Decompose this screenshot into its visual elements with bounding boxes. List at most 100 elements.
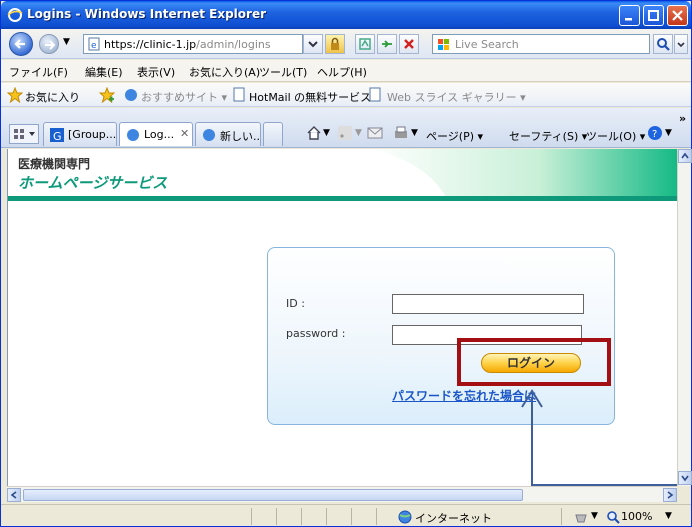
vertical-scrollbar[interactable] xyxy=(677,149,692,486)
maximize-icon xyxy=(648,10,659,21)
menu-help[interactable]: ヘルプ(H) xyxy=(317,64,367,80)
close-button[interactable] xyxy=(667,5,688,26)
status-divider xyxy=(326,508,327,525)
search-button[interactable] xyxy=(653,34,673,54)
status-divider xyxy=(301,508,302,525)
scroll-thumb[interactable] xyxy=(23,489,523,501)
address-toolbar: ▼ e https://clinic-1.jp/admin/logins Liv… xyxy=(1,29,691,59)
tab-logins[interactable]: Log... ✕ xyxy=(119,122,193,146)
print-icon[interactable] xyxy=(393,125,409,141)
protected-mode-icon[interactable] xyxy=(573,509,589,525)
home-icon[interactable] xyxy=(306,125,322,141)
status-bar: インターネット ▼ 100% ▼ xyxy=(1,504,691,526)
scroll-left-button[interactable] xyxy=(7,488,21,502)
refresh-icon xyxy=(382,40,392,48)
search-icon xyxy=(657,38,670,51)
status-divider xyxy=(276,508,277,525)
id-field[interactable] xyxy=(392,294,584,314)
more-commands-icon[interactable]: » xyxy=(679,112,686,125)
compatibility-icon xyxy=(359,38,371,50)
brand-subtitle: 医療機関専門 xyxy=(18,157,91,171)
chevron-left-icon xyxy=(10,491,17,499)
page-icon xyxy=(233,87,245,102)
zoom-icon[interactable] xyxy=(605,509,621,525)
menu-bar: ファイル(F) 編集(E) 表示(V) お気に入り(A) ツール(T) ヘルプ(… xyxy=(1,60,691,82)
history-dropdown-icon[interactable]: ▼ xyxy=(63,37,70,47)
search-input[interactable]: Live Search xyxy=(432,34,650,54)
add-favorite-icon[interactable] xyxy=(99,87,115,103)
ie-logo-icon xyxy=(7,8,23,22)
menu-edit[interactable]: 編集(E) xyxy=(85,64,123,80)
page-icon xyxy=(369,87,381,102)
menu-favorites[interactable]: お気に入り(A) xyxy=(189,64,260,80)
stop-button[interactable] xyxy=(399,34,419,54)
scroll-down-button[interactable] xyxy=(678,471,692,485)
svg-text:e: e xyxy=(91,41,97,51)
chevron-down-icon xyxy=(677,42,685,48)
minimize-button[interactable] xyxy=(619,5,640,26)
page-icon: e xyxy=(88,37,100,51)
close-tab-icon[interactable]: ✕ xyxy=(180,127,189,140)
back-button[interactable] xyxy=(9,32,33,56)
home-dropdown-icon[interactable]: ▼ xyxy=(323,128,330,138)
status-divider xyxy=(561,508,562,525)
forgot-password-link[interactable]: パスワードを忘れた場合は xyxy=(392,387,536,404)
site-favicon-icon: G xyxy=(50,128,64,143)
status-divider xyxy=(251,508,252,525)
refresh-button[interactable] xyxy=(377,34,397,54)
forward-button[interactable] xyxy=(39,34,59,54)
chevron-right-icon xyxy=(667,491,674,499)
safety-menu[interactable]: セーフティ(S) ▾ xyxy=(509,128,587,144)
print-dropdown-icon[interactable]: ▼ xyxy=(411,128,418,138)
tab-new[interactable]: 新しい... xyxy=(195,122,261,146)
ie-page-icon xyxy=(127,129,139,141)
zoom-dropdown-icon[interactable]: ▼ xyxy=(665,511,672,521)
scroll-up-button[interactable] xyxy=(678,149,692,163)
chevron-up-icon xyxy=(681,152,689,159)
grid-icon xyxy=(14,129,35,139)
tab-group[interactable]: G [Group... xyxy=(43,122,117,146)
mail-icon[interactable] xyxy=(367,125,383,141)
compatibility-button[interactable] xyxy=(355,34,375,54)
fav-suggested-sites[interactable]: おすすめサイト ▾ xyxy=(141,89,227,105)
menu-view[interactable]: 表示(V) xyxy=(137,64,175,80)
rss-feed-icon[interactable] xyxy=(337,125,353,141)
site-header: 医療機関専門 ホームページサービス xyxy=(8,149,677,201)
tab-label: [Group... xyxy=(68,128,117,141)
lock-icon xyxy=(331,37,339,50)
help-dropdown-icon[interactable]: ▼ xyxy=(665,128,672,138)
page-viewport: 医療機関専門 ホームページサービス ID : password : ログイン パ… xyxy=(7,149,677,486)
feed-dropdown-icon[interactable]: ▼ xyxy=(355,128,362,138)
id-label: ID : xyxy=(286,297,305,310)
horizontal-scrollbar[interactable] xyxy=(7,486,677,502)
annotation-highlight-box xyxy=(457,338,611,386)
search-options-button[interactable] xyxy=(674,34,688,54)
back-arrow-icon xyxy=(14,39,25,49)
zoom-level[interactable]: 100% xyxy=(621,510,652,523)
title-bar[interactable]: Logins - Windows Internet Explorer xyxy=(1,1,691,29)
address-dropdown-button[interactable] xyxy=(303,34,323,54)
menu-tools[interactable]: ツール(T) xyxy=(259,64,307,80)
page-menu[interactable]: ページ(P) ▾ xyxy=(426,128,483,144)
search-placeholder: Live Search xyxy=(455,38,519,51)
new-tab-button[interactable] xyxy=(263,122,283,146)
help-icon[interactable]: ? xyxy=(647,125,663,141)
favorites-button[interactable]: お気に入り xyxy=(25,89,80,105)
address-bar[interactable]: e https://clinic-1.jp/admin/logins xyxy=(83,34,303,54)
brand-title: ホームページサービス xyxy=(18,174,168,192)
chevron-down-icon xyxy=(308,41,318,48)
protected-mode-dropdown-icon[interactable]: ▼ xyxy=(591,511,598,521)
tools-menu[interactable]: ツール(O) ▾ xyxy=(586,128,645,144)
security-lock-button[interactable] xyxy=(325,34,345,54)
tab-label: Log... xyxy=(144,128,175,141)
svg-text:?: ? xyxy=(652,129,657,140)
maximize-button[interactable] xyxy=(643,5,664,26)
password-label: password : xyxy=(286,327,346,340)
scroll-right-button[interactable] xyxy=(663,488,677,502)
fav-hotmail[interactable]: HotMail の無料サービス ▾ xyxy=(249,89,380,105)
ie-page-icon xyxy=(203,129,215,141)
fav-web-slice-gallery[interactable]: Web スライス ギャラリー ▾ xyxy=(387,89,526,105)
menu-file[interactable]: ファイル(F) xyxy=(9,64,68,80)
quick-tabs-button[interactable] xyxy=(9,124,39,144)
favorites-star-icon xyxy=(7,87,23,103)
